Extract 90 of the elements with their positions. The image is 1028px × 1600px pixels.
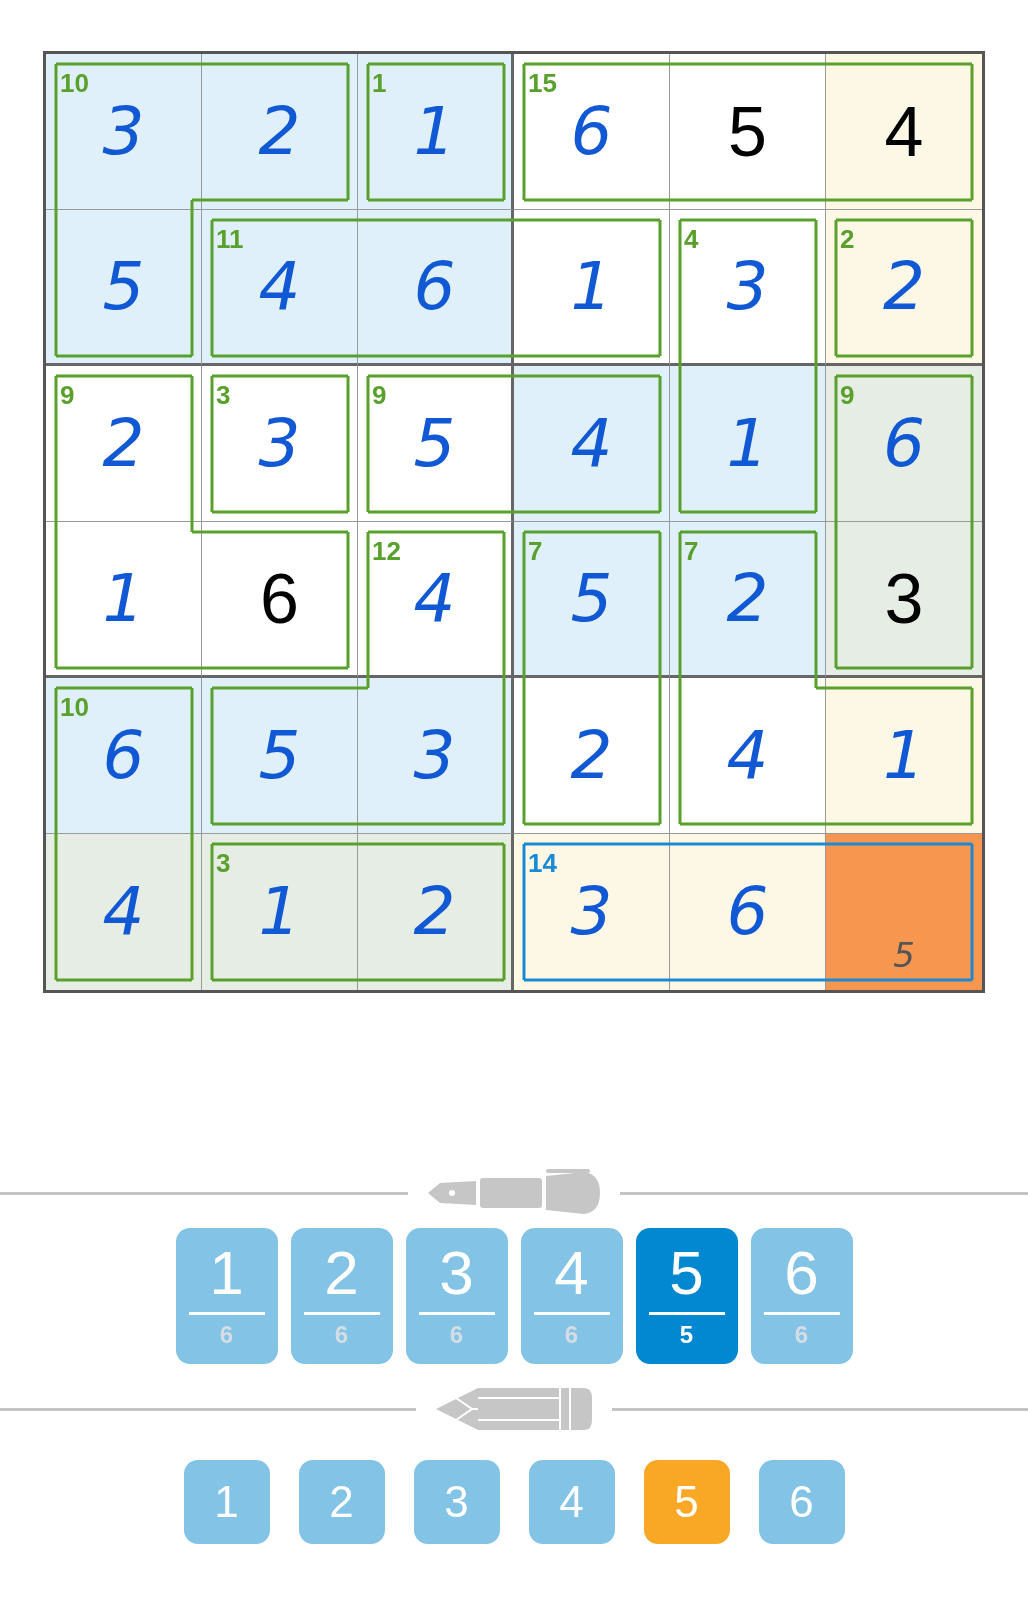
- grid-cell[interactable]: 4: [514, 366, 670, 522]
- cell-digit: 1: [258, 879, 301, 945]
- grid-cell[interactable]: 4: [826, 54, 982, 210]
- cage-sum: 15: [528, 70, 557, 96]
- cell-digit: 6: [570, 98, 613, 165]
- cage-sum: 1: [372, 70, 387, 96]
- grid-cell[interactable]: 9 6: [826, 366, 982, 522]
- cell-digit: 5: [102, 253, 145, 320]
- cell-digit: 5: [728, 96, 767, 167]
- cage-sum: 7: [528, 538, 543, 564]
- grid-cell[interactable]: 5: [202, 678, 358, 834]
- cell-digit: 5: [258, 722, 301, 789]
- grid-cell[interactable]: 2: [202, 54, 358, 210]
- grid-cell[interactable]: 11 4: [202, 210, 358, 366]
- cell-digit: 1: [883, 722, 925, 789]
- cell-digit: 3: [570, 879, 613, 945]
- grid-cell[interactable]: 10 3: [46, 54, 202, 210]
- cage-sum: 2: [840, 226, 855, 252]
- cell-digit: 2: [258, 98, 301, 165]
- grid-cell[interactable]: 7 2: [670, 522, 826, 678]
- cell-digit: 3: [413, 722, 456, 789]
- grid-cell[interactable]: 1: [826, 678, 982, 834]
- cell-digit: 6: [726, 879, 769, 945]
- cell-digit: 1: [413, 98, 456, 165]
- cage-sum: 7: [684, 538, 699, 564]
- grid-cell[interactable]: 5: [670, 54, 826, 210]
- digit-button[interactable]: 5 5: [635, 1228, 738, 1364]
- cell-digit: 6: [413, 253, 456, 320]
- cell-digit: 2: [413, 879, 456, 945]
- cage-sum: 10: [60, 70, 89, 96]
- cage-sum: 9: [372, 382, 387, 408]
- cage-sum: 10: [60, 694, 89, 720]
- grid-cell[interactable]: 3: [358, 678, 514, 834]
- grid-cell[interactable]: 6: [358, 210, 514, 366]
- grid-cell[interactable]: 9 5: [358, 366, 514, 522]
- cell-digit: 3: [102, 98, 145, 165]
- grid-cell[interactable]: 7 5: [514, 522, 670, 678]
- cell-digit: 3: [258, 410, 301, 477]
- cage-sum: 14: [528, 850, 557, 876]
- cell-digit: 2: [726, 565, 769, 632]
- cell-digit: 1: [726, 410, 769, 477]
- cage-sum: 9: [840, 382, 855, 408]
- pencil-icon[interactable]: [434, 1386, 594, 1432]
- cage-sum: 9: [60, 382, 75, 408]
- grid-cell[interactable]: 3 3: [202, 366, 358, 522]
- cage-sum: 3: [216, 850, 231, 876]
- cell-digit: 6: [883, 410, 925, 477]
- grid-cell[interactable]: 2: [514, 678, 670, 834]
- cell-digit: 2: [883, 253, 925, 320]
- grid-cell[interactable]: 4: [670, 678, 826, 834]
- cell-digit: 4: [413, 565, 456, 632]
- cage-sum: 12: [372, 538, 401, 564]
- cell-digit: 5: [413, 410, 456, 477]
- grid-cell[interactable]: 4 3: [670, 210, 826, 366]
- cell-digit: 6: [260, 563, 299, 634]
- cage-sum: 11: [216, 226, 244, 252]
- grid-cell[interactable]: 2 2: [826, 210, 982, 366]
- cell-digit: 2: [102, 410, 145, 477]
- grid-cell[interactable]: 5: [826, 834, 982, 990]
- pencil-mark: 5: [892, 938, 916, 972]
- cell-digit: 5: [570, 565, 613, 632]
- grid-cell[interactable]: 1: [670, 366, 826, 522]
- cell-digit: 2: [570, 722, 613, 789]
- cell-digit: 1: [570, 253, 613, 320]
- cell-digit: 4: [884, 96, 924, 167]
- grid-cell[interactable]: 6: [202, 522, 358, 678]
- cell-digit: 4: [726, 722, 769, 789]
- grid-cell[interactable]: 12 4: [358, 522, 514, 678]
- cell-digit: 4: [258, 253, 301, 320]
- cage-sum: 3: [216, 382, 231, 408]
- cell-digit: 4: [102, 879, 145, 945]
- grid-cell[interactable]: 3: [826, 522, 982, 678]
- grid-cell[interactable]: 6: [670, 834, 826, 990]
- grid-cell[interactable]: 1: [46, 522, 202, 678]
- cage-sum: 4: [684, 226, 699, 252]
- cell-digit: 4: [570, 410, 613, 477]
- grid-cell[interactable]: 1: [514, 210, 670, 366]
- cell-digit: 6: [102, 722, 145, 789]
- cell-digit: 3: [884, 563, 924, 634]
- cell-digit: 3: [726, 253, 769, 320]
- grid-cell[interactable]: 5: [46, 210, 202, 366]
- grid-cell[interactable]: 15 6: [514, 54, 670, 210]
- grid-cell[interactable]: 14 3: [514, 834, 670, 990]
- grid-cell[interactable]: 2: [358, 834, 514, 990]
- grid-cell[interactable]: 9 2: [46, 366, 202, 522]
- cell-digit: 1: [102, 565, 145, 632]
- grid-cell[interactable]: 3 1: [202, 834, 358, 990]
- grid-cell[interactable]: 4: [46, 834, 202, 990]
- grid-cell[interactable]: 1 1: [358, 54, 514, 210]
- grid-cell[interactable]: 10 6: [46, 678, 202, 834]
